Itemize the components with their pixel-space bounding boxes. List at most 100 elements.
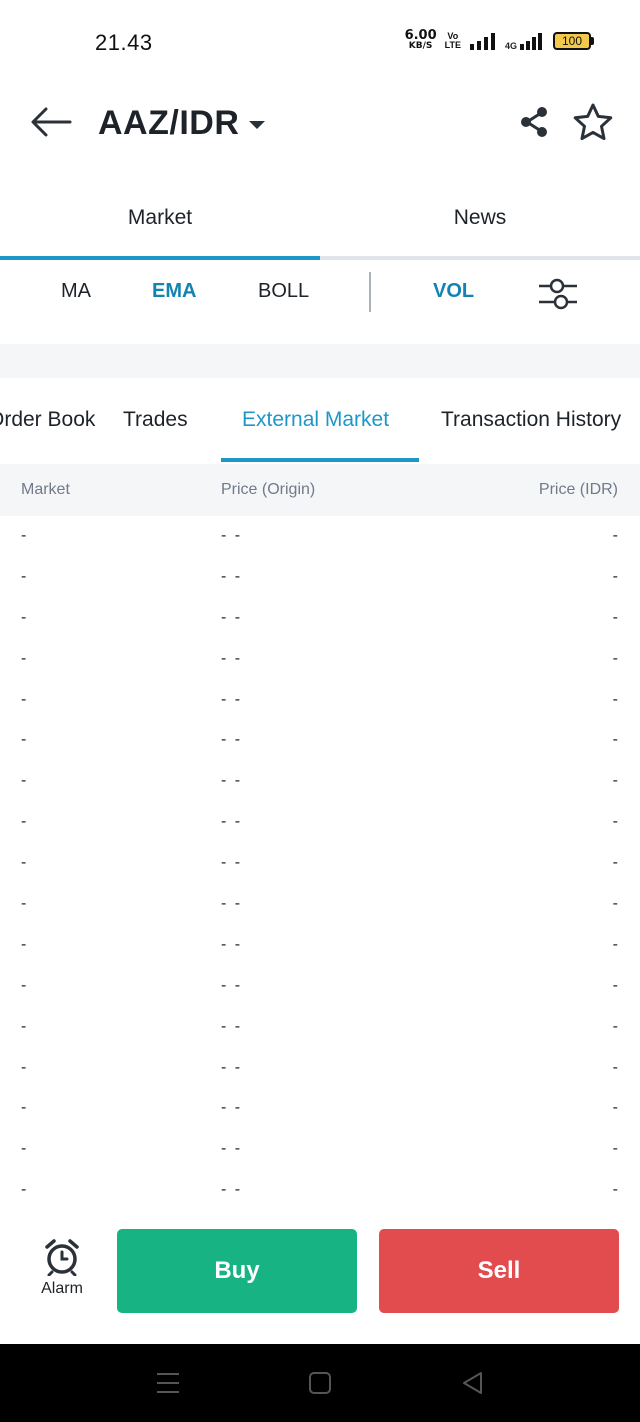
nav-back-button[interactable] — [453, 1366, 493, 1400]
back-button[interactable] — [28, 102, 74, 142]
cell-price-idr: - — [612, 813, 618, 831]
cell-price-idr: - — [612, 976, 618, 994]
nav-menu-button[interactable] — [148, 1366, 188, 1400]
action-bar: Alarm Buy Sell — [0, 1218, 640, 1344]
status-time: 21.43 — [95, 30, 153, 55]
home-square-icon — [309, 1372, 331, 1394]
sub-tab-active-indicator — [221, 458, 419, 462]
sell-button[interactable]: Sell — [379, 1229, 619, 1313]
cell-market: - — [21, 1099, 27, 1117]
cell-price-idr: - — [612, 1140, 618, 1158]
table-row[interactable]: -- -- — [0, 681, 640, 722]
signal-4g-icon — [520, 33, 542, 50]
cell-price-origin: - - — [221, 1058, 243, 1076]
indicator-bar: MA EMA BOLL VOL — [0, 266, 640, 322]
cell-price-idr: - — [612, 895, 618, 913]
tab-external-market[interactable]: External Market — [242, 408, 389, 432]
cell-market: - — [21, 731, 27, 749]
cell-market: - — [21, 527, 27, 544]
table-row[interactable]: -- -- — [0, 1130, 640, 1171]
table-row[interactable]: -- -- — [0, 803, 640, 844]
cell-price-idr: - — [612, 527, 618, 544]
share-button[interactable] — [516, 104, 552, 140]
cell-price-origin: - - — [221, 772, 243, 790]
alarm-label: Alarm — [41, 1280, 83, 1297]
alarm-button[interactable]: Alarm — [30, 1238, 94, 1306]
cell-price-origin: - - — [221, 649, 243, 667]
column-price-origin: Price (Origin) — [221, 481, 316, 498]
nav-home-button[interactable] — [300, 1366, 340, 1400]
table-row[interactable]: -- -- — [0, 844, 640, 885]
table-row[interactable]: -- -- — [0, 967, 640, 1008]
tab-news[interactable]: News — [320, 196, 640, 240]
cell-price-idr: - — [612, 690, 618, 708]
status-indicators: 6.00 KB/S Vo LTE 4G 100 — [404, 28, 594, 52]
cell-price-idr: - — [612, 608, 618, 626]
indicator-vol[interactable]: VOL — [433, 280, 474, 303]
indicator-divider — [369, 272, 371, 312]
sliders-icon — [539, 278, 577, 310]
table-row[interactable]: -- -- — [0, 762, 640, 803]
tab-trades[interactable]: Trades — [123, 408, 188, 432]
cell-price-idr: - — [612, 1058, 618, 1076]
cell-market: - — [21, 608, 27, 626]
indicator-ma[interactable]: MA — [61, 280, 91, 303]
indicator-settings-button[interactable] — [534, 274, 580, 314]
cell-price-origin: - - — [221, 895, 243, 913]
table-row[interactable]: -- -- — [0, 885, 640, 926]
column-price-idr: Price (IDR) — [538, 481, 618, 498]
cell-price-origin: - - — [221, 854, 243, 872]
table-row[interactable]: -- -- — [0, 1171, 640, 1212]
table-row[interactable]: -- -- — [0, 640, 640, 681]
cell-price-idr: - — [612, 567, 618, 585]
cell-market: - — [21, 1181, 27, 1199]
pair-title: AAZ/IDR — [98, 104, 240, 142]
header: AAZ/IDR — [0, 90, 640, 156]
cell-market: - — [21, 935, 27, 953]
table-row[interactable]: -- -- — [0, 1089, 640, 1130]
section-separator — [0, 344, 640, 378]
sub-tabs: Order Book Trades External Market Transa… — [0, 378, 640, 464]
table-row[interactable]: -- -- — [0, 558, 640, 599]
tab-active-indicator — [0, 256, 320, 260]
tab-transaction-history[interactable]: Transaction History — [441, 408, 621, 432]
cell-price-idr: - — [612, 649, 618, 667]
cell-price-origin: - - — [221, 1140, 243, 1158]
arrow-left-icon — [31, 107, 72, 137]
table-body: - - - - - - - - - - - - - - - - - - - - - - - - - - - - - - - -… — [0, 517, 640, 1217]
cell-price-idr: - — [612, 1017, 618, 1035]
cell-market: - — [21, 813, 27, 831]
network-speed: 6.00 KB/S — [404, 28, 437, 51]
battery-icon: 100 — [553, 32, 594, 50]
menu-icon — [157, 1373, 179, 1393]
cell-price-idr: - — [612, 731, 618, 749]
cell-price-origin: - - — [221, 1017, 243, 1035]
table-row[interactable]: -- -- — [0, 599, 640, 640]
table-header: Market Price (Origin) Price (IDR) — [0, 464, 640, 516]
cell-price-origin: - - — [221, 567, 243, 585]
cell-price-idr: - — [612, 1181, 618, 1199]
cell-market: - — [21, 1017, 27, 1035]
cell-price-idr: - — [612, 935, 618, 953]
favorite-button[interactable] — [570, 100, 616, 144]
back-triangle-icon — [463, 1372, 482, 1394]
column-market: Market — [21, 481, 70, 498]
tab-order-book[interactable]: Order Book — [0, 408, 95, 432]
table-row[interactable]: -- -- — [0, 1008, 640, 1049]
cell-market: - — [21, 649, 27, 667]
cell-market: - — [21, 895, 27, 913]
indicator-ema[interactable]: EMA — [152, 280, 196, 303]
cell-price-origin: - - — [221, 527, 243, 544]
table-row[interactable]: -- -- — [0, 926, 640, 967]
cell-price-origin: - - — [221, 976, 243, 994]
pair-selector[interactable]: AAZ/IDR — [98, 104, 266, 143]
star-icon — [573, 103, 613, 141]
indicator-boll[interactable]: BOLL — [258, 280, 309, 303]
buy-button[interactable]: Buy — [117, 1229, 357, 1313]
caret-down-icon — [249, 120, 266, 129]
table-row[interactable]: -- -- — [0, 1049, 640, 1090]
cell-market: - — [21, 567, 27, 585]
table-row[interactable]: -- -- — [0, 517, 640, 558]
table-row[interactable]: -- -- — [0, 721, 640, 762]
tab-market[interactable]: Market — [0, 196, 320, 240]
